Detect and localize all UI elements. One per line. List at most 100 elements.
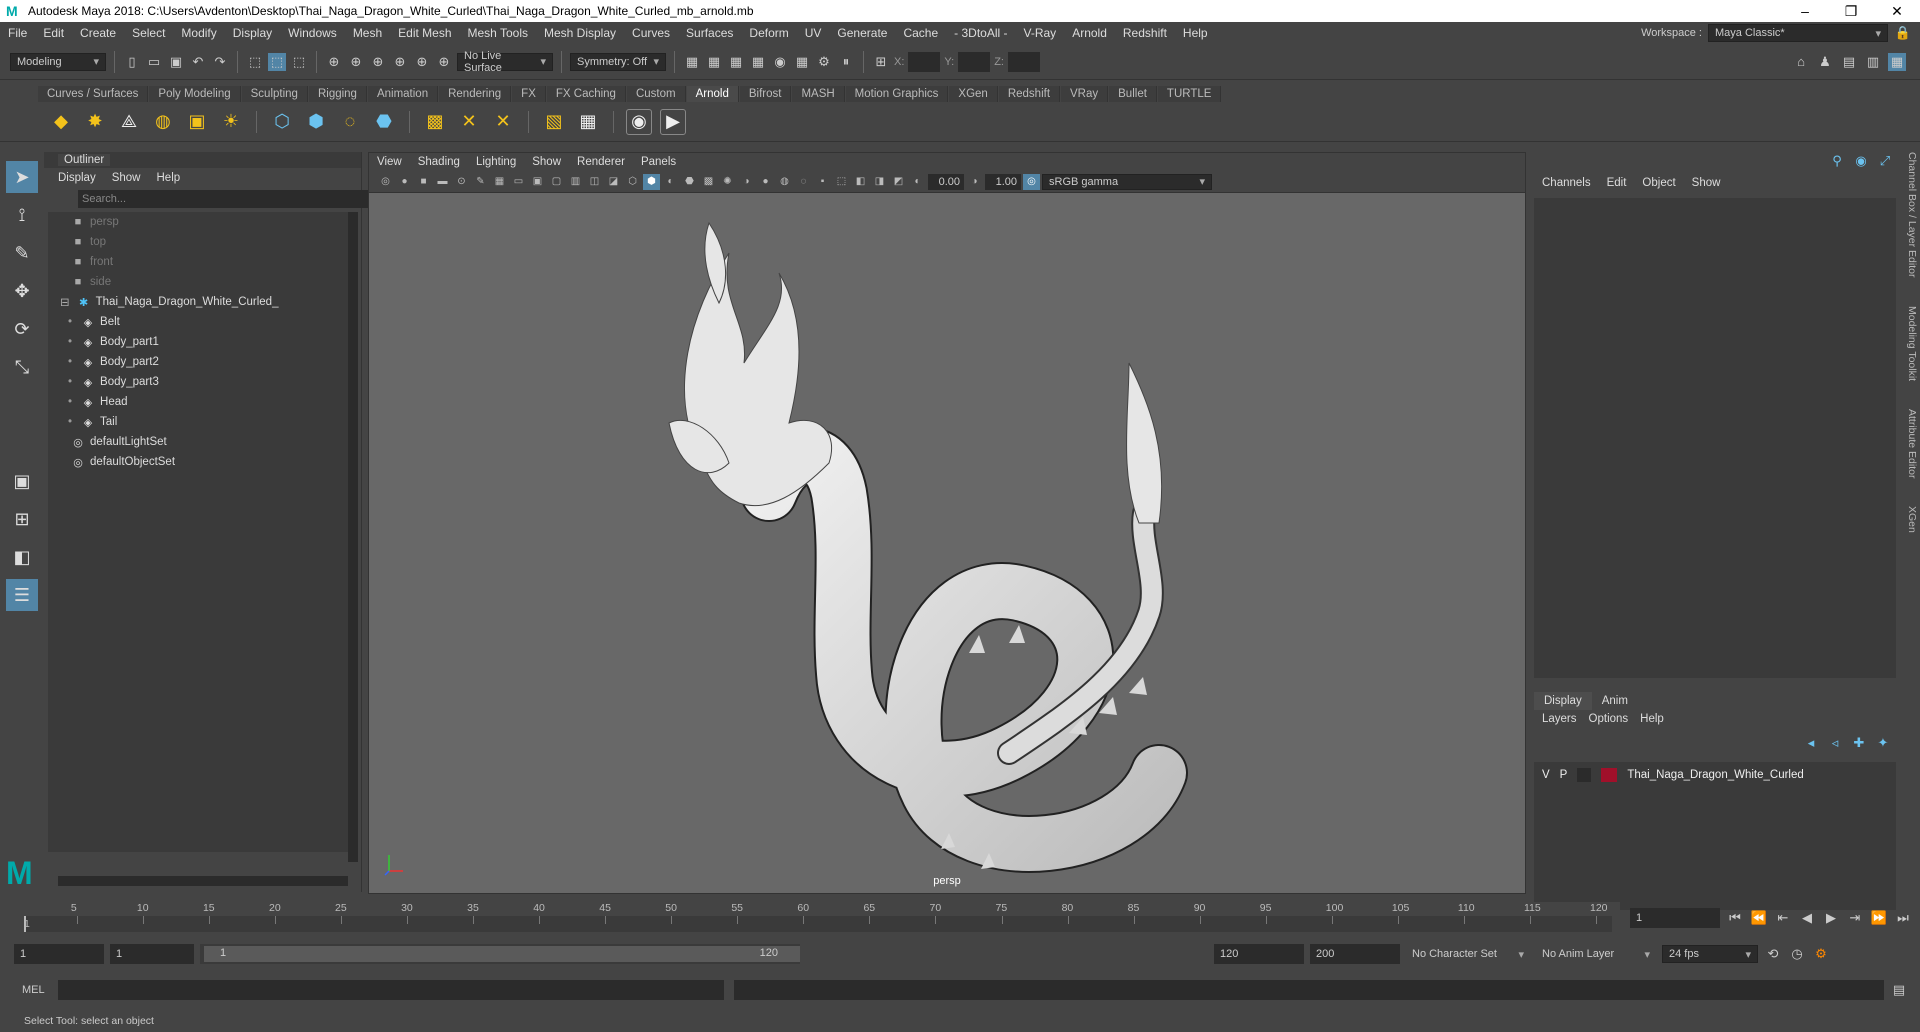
flush-cache-icon[interactable]: ▩ bbox=[422, 109, 448, 135]
render-frame-icon[interactable]: ▦ bbox=[705, 53, 723, 71]
rotate-tool-icon[interactable]: ⟳ bbox=[6, 313, 38, 345]
new-layer-icon[interactable]: ✚ bbox=[1850, 734, 1868, 752]
image-plane-icon[interactable]: ▬ bbox=[434, 174, 451, 190]
single-perspective-layout-icon[interactable]: ▣ bbox=[6, 465, 38, 497]
range-bar[interactable]: 1 120 bbox=[200, 944, 800, 964]
workspace-dropdown[interactable]: Maya Classic* bbox=[1708, 24, 1888, 42]
step-forward-key-icon[interactable]: ⇥ bbox=[1846, 909, 1864, 927]
field-chart-icon[interactable]: ▥ bbox=[567, 174, 584, 190]
area-light-icon[interactable]: ◆ bbox=[48, 109, 74, 135]
viewport-menu-shading[interactable]: Shading bbox=[418, 156, 460, 168]
outliner-item[interactable]: ■ persp bbox=[48, 212, 348, 232]
ipr-render-icon[interactable]: ▦ bbox=[727, 53, 745, 71]
human-ik-icon[interactable]: ♟ bbox=[1816, 53, 1834, 71]
outliner-item[interactable]: ◎ defaultObjectSet bbox=[48, 452, 348, 472]
viewport-panel[interactable]: View Shading Lighting Show Renderer Panels ◎ … bbox=[368, 152, 1526, 894]
snap-point-icon[interactable]: ⊕ bbox=[369, 53, 387, 71]
outliner-item[interactable]: • ◈ Belt bbox=[48, 312, 348, 332]
bookmarks-icon[interactable]: ■ bbox=[415, 174, 432, 190]
menu-select[interactable]: Select bbox=[124, 26, 173, 40]
tx-flush-icon[interactable]: ✕ bbox=[490, 109, 516, 135]
channel-box-icon[interactable]: ▦ bbox=[1888, 52, 1906, 71]
menu-help[interactable]: Help bbox=[1175, 26, 1216, 40]
viewport-menu-lighting[interactable]: Lighting bbox=[476, 156, 516, 168]
shelf-tab-fx-caching[interactable]: FX Caching bbox=[546, 86, 626, 102]
persp-outliner-layout-icon[interactable]: ◧ bbox=[6, 541, 38, 573]
animation-end-field[interactable]: 200 bbox=[1310, 944, 1400, 964]
lock-icon[interactable]: 🔒 bbox=[1894, 24, 1912, 42]
menu-create[interactable]: Create bbox=[72, 26, 124, 40]
playback-start-field[interactable]: 1 bbox=[110, 944, 194, 964]
attribute-editor-icon[interactable]: ▤ bbox=[1840, 53, 1858, 71]
shelf-tab-xgen[interactable]: XGen bbox=[949, 86, 998, 102]
light-manager-icon[interactable]: ▧ bbox=[541, 109, 567, 135]
y-field[interactable] bbox=[958, 51, 991, 72]
film-gate-icon[interactable]: ▭ bbox=[510, 174, 527, 190]
modeling-toolkit-icon[interactable]: ⌂ bbox=[1792, 53, 1810, 71]
physical-sky-icon[interactable]: ☀ bbox=[218, 109, 244, 135]
outliner-search-input[interactable]: Search...▾ bbox=[78, 190, 390, 208]
gate-mask-icon[interactable]: ▢ bbox=[548, 174, 565, 190]
grease-pencil-icon[interactable]: ✎ bbox=[472, 174, 489, 190]
menu-cache[interactable]: Cache bbox=[895, 26, 946, 40]
outliner-item[interactable]: • ◈ Body_part2 bbox=[48, 352, 348, 372]
wireframe-on-shaded-icon[interactable]: ⬣ bbox=[681, 174, 698, 190]
depth-of-field-icon[interactable]: ▪ bbox=[814, 174, 831, 190]
channel-box-menu-edit[interactable]: Edit bbox=[1607, 177, 1627, 189]
outliner-menu-show[interactable]: Show bbox=[112, 172, 141, 184]
outliner-item[interactable]: ⊟ ✱ Thai_Naga_Dragon_White_Curled_ bbox=[48, 292, 348, 312]
menu-display[interactable]: Display bbox=[225, 26, 280, 40]
xray-components-icon[interactable]: ◩ bbox=[890, 174, 907, 190]
menu-curves[interactable]: Curves bbox=[624, 26, 678, 40]
x-field[interactable] bbox=[908, 51, 941, 72]
go-to-start-icon[interactable]: ⏮ bbox=[1726, 909, 1744, 927]
undo-icon[interactable]: ↶ bbox=[189, 53, 207, 71]
exposure-icon[interactable]: ◐ bbox=[909, 174, 926, 190]
snap-vertex-icon[interactable]: ⊕ bbox=[435, 53, 453, 71]
symmetry-dropdown[interactable]: Symmetry: Off bbox=[570, 52, 666, 71]
layer-row[interactable]: V P Thai_Naga_Dragon_White_Curled bbox=[1534, 766, 1804, 784]
menu-mesh-display[interactable]: Mesh Display bbox=[536, 26, 624, 40]
menu-v-ray[interactable]: V-Ray bbox=[1016, 26, 1065, 40]
attribute-filter-icon[interactable]: ⚲ bbox=[1828, 152, 1846, 170]
new-scene-icon[interactable]: ▯ bbox=[123, 53, 141, 71]
outliner-item[interactable]: ■ front bbox=[48, 252, 348, 272]
shelf-tab-bifrost[interactable]: Bifrost bbox=[739, 86, 792, 102]
auto-key-icon[interactable]: ◷ bbox=[1788, 945, 1806, 963]
channel-box-menu-object[interactable]: Object bbox=[1642, 177, 1675, 189]
layer-editor-menu-options[interactable]: Options bbox=[1589, 713, 1629, 725]
outliner-item[interactable]: • ◈ Tail bbox=[48, 412, 348, 432]
view-transform-dropdown[interactable]: sRGB gamma bbox=[1042, 173, 1212, 190]
expand-icon[interactable]: ⤢ bbox=[1876, 152, 1894, 170]
shelf-tab-motion-graphics[interactable]: Motion Graphics bbox=[845, 86, 949, 102]
layer-editor-tab-anim[interactable]: Anim bbox=[1592, 692, 1638, 710]
go-to-end-icon[interactable]: ⏭ bbox=[1894, 909, 1912, 927]
new-layer-selected-icon[interactable]: ✦ bbox=[1874, 734, 1892, 752]
curve-collector-icon[interactable]: ◌ bbox=[337, 109, 363, 135]
side-tab-attribute-editor[interactable]: Attribute Editor bbox=[1906, 409, 1918, 478]
xray-icon[interactable]: ◧ bbox=[852, 174, 869, 190]
menu-generate[interactable]: Generate bbox=[829, 26, 895, 40]
gamma-field[interactable]: 1.00 bbox=[985, 173, 1021, 190]
move-layer-down-icon[interactable]: ◃ bbox=[1826, 734, 1844, 752]
shelf-tab-redshift[interactable]: Redshift bbox=[998, 86, 1061, 102]
channel-settings-icon[interactable]: ◉ bbox=[1852, 152, 1870, 170]
paint-select-tool-icon[interactable]: ✎ bbox=[6, 237, 38, 269]
tool-settings-icon[interactable]: ▥ bbox=[1864, 53, 1882, 71]
shelf-tab-sculpting[interactable]: Sculpting bbox=[241, 86, 308, 102]
menu-deform[interactable]: Deform bbox=[741, 26, 796, 40]
menu-edit[interactable]: Edit bbox=[35, 26, 72, 40]
time-slider[interactable]: 1 5 10 15 20 25 30 35 40 45 50 55 60 65 70 75 80 85 90 95 1… bbox=[20, 902, 1620, 934]
mesh-light-icon[interactable]: ✸ bbox=[82, 109, 108, 135]
wireframe-icon[interactable]: ⬡ bbox=[624, 174, 641, 190]
maximize-button[interactable]: ❐ bbox=[1828, 3, 1874, 20]
outliner-item[interactable]: ■ top bbox=[48, 232, 348, 252]
anti-aliasing-icon[interactable]: ◌ bbox=[795, 174, 812, 190]
move-layer-up-icon[interactable]: ◂ bbox=[1802, 734, 1820, 752]
viewport-menu-panels[interactable]: Panels bbox=[641, 156, 676, 168]
outliner-menu-display[interactable]: Display bbox=[58, 172, 96, 184]
volume-icon[interactable]: ⬢ bbox=[303, 109, 329, 135]
light-portal-icon[interactable]: ▣ bbox=[184, 109, 210, 135]
channel-box-menu-channels[interactable]: Channels bbox=[1542, 177, 1591, 189]
menu-windows[interactable]: Windows bbox=[280, 26, 345, 40]
